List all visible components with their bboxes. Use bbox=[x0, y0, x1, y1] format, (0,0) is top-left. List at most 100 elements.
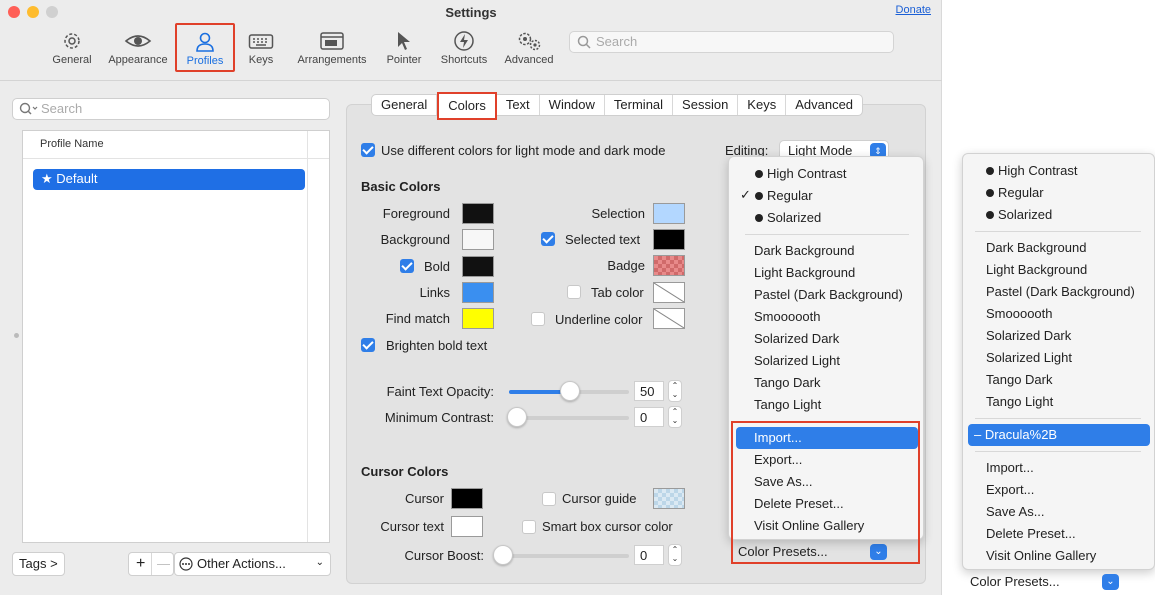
preset-light-background-2[interactable]: Light Background bbox=[963, 259, 1154, 281]
toolbar-search-input[interactable]: Search bbox=[569, 31, 894, 53]
preset-tango-light-2[interactable]: Tango Light bbox=[963, 391, 1154, 413]
tab-color-checkbox[interactable] bbox=[567, 285, 581, 299]
cursor-boost-slider[interactable] bbox=[494, 554, 629, 558]
profile-name-column-header[interactable]: Profile Name bbox=[23, 131, 329, 159]
brighten-bold-checkbox[interactable] bbox=[361, 338, 375, 352]
remove-profile-button[interactable]: — bbox=[157, 556, 170, 571]
cursor-text-color-swatch[interactable] bbox=[451, 516, 483, 537]
selected-text-checkbox[interactable] bbox=[541, 232, 555, 246]
visit-gallery-item[interactable]: Visit Online Gallery bbox=[729, 515, 923, 537]
preset-solarized-2[interactable]: Solarized bbox=[963, 204, 1154, 226]
preset-pastel-2[interactable]: Pastel (Dark Background) bbox=[963, 281, 1154, 303]
preset-high-contrast-2[interactable]: High Contrast bbox=[963, 160, 1154, 182]
underline-color-checkbox[interactable] bbox=[531, 312, 545, 326]
preset-tango-light[interactable]: Tango Light bbox=[729, 394, 923, 416]
cursor-boost-stepper[interactable]: ⌃ ⌄ bbox=[668, 544, 682, 566]
tab-color-swatch[interactable] bbox=[653, 282, 685, 303]
import-preset-item[interactable]: Import... bbox=[736, 427, 918, 449]
delete-preset-item[interactable]: Delete Preset... bbox=[729, 493, 923, 515]
tab-keys[interactable]: Keys bbox=[738, 95, 787, 115]
min-contrast-slider[interactable] bbox=[509, 416, 629, 420]
preset-label: High Contrast bbox=[998, 163, 1078, 178]
save-as-preset-item-2[interactable]: Save As... bbox=[963, 501, 1154, 523]
color-presets-button[interactable]: Color Presets... ⌄ bbox=[738, 544, 888, 562]
add-profile-button[interactable]: + bbox=[136, 555, 145, 573]
min-contrast-stepper[interactable]: ⌃ ⌄ bbox=[668, 406, 682, 428]
faint-opacity-value[interactable]: 50 bbox=[634, 381, 664, 401]
donate-link[interactable]: Donate bbox=[896, 4, 931, 16]
visit-gallery-item-2[interactable]: Visit Online Gallery bbox=[963, 545, 1154, 567]
bold-color-swatch[interactable] bbox=[462, 256, 494, 277]
faint-opacity-knob[interactable] bbox=[560, 381, 580, 401]
bold-label: Bold bbox=[424, 259, 451, 274]
selected-text-color-swatch[interactable] bbox=[653, 229, 685, 250]
other-actions-dropdown[interactable]: Other Actions... ⌄ bbox=[174, 552, 331, 576]
preset-dracula-item[interactable]: – Dracula%2B bbox=[968, 424, 1150, 446]
toolbar-profiles[interactable]: Profiles bbox=[175, 23, 235, 72]
badge-color-swatch[interactable] bbox=[653, 255, 685, 276]
delete-preset-item-2[interactable]: Delete Preset... bbox=[963, 523, 1154, 545]
smart-box-checkbox[interactable] bbox=[522, 520, 536, 534]
preset-smoooooth[interactable]: Smoooooth bbox=[729, 306, 923, 328]
preset-high-contrast[interactable]: High Contrast bbox=[729, 163, 923, 185]
toolbar-pointer[interactable]: Pointer bbox=[382, 24, 426, 72]
toolbar-general[interactable]: General bbox=[48, 24, 96, 72]
save-as-preset-item[interactable]: Save As... bbox=[729, 471, 923, 493]
find-match-color-swatch[interactable] bbox=[462, 308, 494, 329]
cursor-color-swatch[interactable] bbox=[451, 488, 483, 509]
underline-color-swatch[interactable] bbox=[653, 308, 685, 329]
tab-general[interactable]: General bbox=[372, 95, 438, 115]
use-different-colors-checkbox[interactable] bbox=[361, 143, 375, 157]
faint-opacity-stepper[interactable]: ⌃ ⌄ bbox=[668, 380, 682, 402]
preset-solarized-light[interactable]: Solarized Light bbox=[729, 350, 923, 372]
selection-color-swatch[interactable] bbox=[653, 203, 685, 224]
min-contrast-knob[interactable] bbox=[507, 407, 527, 427]
tab-session[interactable]: Session bbox=[673, 95, 739, 115]
preset-smoooooth-2[interactable]: Smoooooth bbox=[963, 303, 1154, 325]
preset-regular[interactable]: ✓ Regular bbox=[729, 185, 923, 207]
color-presets-button-2[interactable]: Color Presets... ⌄ bbox=[962, 574, 1122, 592]
tab-text[interactable]: Text bbox=[497, 95, 540, 115]
profile-row-default[interactable]: ★ Default bbox=[33, 169, 305, 190]
min-contrast-value[interactable]: 0 bbox=[634, 407, 664, 427]
preset-regular-2[interactable]: Regular bbox=[963, 182, 1154, 204]
tags-button[interactable]: Tags > bbox=[12, 552, 65, 576]
preset-solarized-light-2[interactable]: Solarized Light bbox=[963, 347, 1154, 369]
underline-color-label: Underline color bbox=[555, 312, 643, 327]
cursor-boost-knob[interactable] bbox=[493, 545, 513, 565]
import-preset-item-2[interactable]: Import... bbox=[963, 457, 1154, 479]
foreground-color-swatch[interactable] bbox=[462, 203, 494, 224]
background-color-swatch[interactable] bbox=[462, 229, 494, 250]
preset-tango-dark[interactable]: Tango Dark bbox=[729, 372, 923, 394]
profile-list[interactable]: Profile Name ★ Default bbox=[22, 130, 330, 543]
profile-search-input[interactable]: Search bbox=[12, 98, 330, 120]
export-preset-item-2[interactable]: Export... bbox=[963, 479, 1154, 501]
cursor-boost-value[interactable]: 0 bbox=[634, 545, 664, 565]
bold-checkbox[interactable] bbox=[400, 259, 414, 273]
split-handle[interactable] bbox=[14, 333, 19, 338]
toolbar-keys[interactable]: Keys bbox=[240, 24, 282, 72]
preset-solarized-dark-2[interactable]: Solarized Dark bbox=[963, 325, 1154, 347]
tab-window[interactable]: Window bbox=[540, 95, 605, 115]
profile-tabs: General Colors Text Window Terminal Sess… bbox=[371, 92, 864, 120]
toolbar-appearance[interactable]: Appearance bbox=[104, 24, 172, 72]
export-preset-item[interactable]: Export... bbox=[729, 449, 923, 471]
tab-terminal[interactable]: Terminal bbox=[605, 95, 674, 115]
preset-dark-background[interactable]: Dark Background bbox=[729, 240, 923, 262]
tab-advanced[interactable]: Advanced bbox=[786, 95, 862, 115]
preset-light-background[interactable]: Light Background bbox=[729, 262, 923, 284]
toolbar-arrangements[interactable]: Arrangements bbox=[292, 24, 372, 72]
column-header-label: Profile Name bbox=[40, 138, 104, 150]
toolbar-shortcuts[interactable]: Shortcuts bbox=[436, 24, 492, 72]
toolbar-advanced[interactable]: Advanced bbox=[500, 24, 558, 72]
tab-colors[interactable]: Colors bbox=[437, 92, 497, 120]
preset-solarized-dark[interactable]: Solarized Dark bbox=[729, 328, 923, 350]
foreground-label: Foreground bbox=[382, 206, 450, 221]
preset-solarized[interactable]: Solarized bbox=[729, 207, 923, 229]
preset-dark-background-2[interactable]: Dark Background bbox=[963, 237, 1154, 259]
preset-pastel[interactable]: Pastel (Dark Background) bbox=[729, 284, 923, 306]
cursor-guide-color-swatch[interactable] bbox=[653, 488, 685, 509]
cursor-guide-checkbox[interactable] bbox=[542, 492, 556, 506]
preset-tango-dark-2[interactable]: Tango Dark bbox=[963, 369, 1154, 391]
links-color-swatch[interactable] bbox=[462, 282, 494, 303]
